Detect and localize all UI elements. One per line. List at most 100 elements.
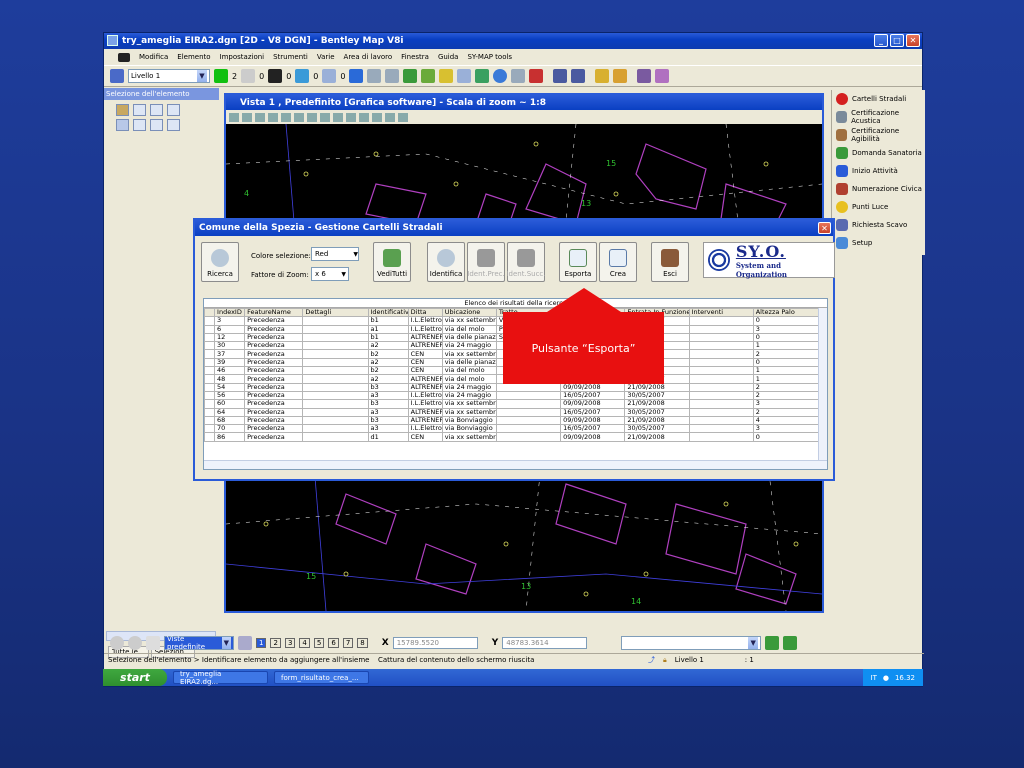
view-tool-icon[interactable] — [349, 69, 364, 83]
view-num-5[interactable]: 5 — [313, 638, 325, 648]
info-icon[interactable] — [493, 69, 508, 83]
chevron-down-icon[interactable]: ▼ — [197, 70, 207, 82]
forward-icon[interactable] — [128, 636, 142, 650]
view-num-4[interactable]: 4 — [299, 638, 310, 648]
view-num-2[interactable]: 2 — [270, 638, 281, 648]
row-selector[interactable] — [204, 382, 216, 392]
dialog-close-button[interactable]: ✕ — [818, 222, 831, 234]
folder-icon[interactable] — [613, 69, 628, 83]
grid-horizontal-scrollbar[interactable] — [204, 460, 827, 469]
chevron-down-icon[interactable]: ▼ — [748, 637, 759, 649]
line-style-icon[interactable] — [241, 69, 256, 83]
fence-tool-icon[interactable] — [385, 69, 400, 83]
symap-tool-4-icon[interactable] — [655, 69, 670, 83]
row-selector[interactable] — [204, 357, 216, 368]
task-cartelli-stradali[interactable]: Cartelli Stradali — [832, 90, 925, 108]
keyin-tool-2-icon[interactable] — [783, 636, 798, 650]
copy-view-icon[interactable] — [385, 112, 395, 122]
select-rectangle-icon[interactable] — [133, 104, 146, 116]
zoom-select[interactable]: x 6 ▼ — [311, 267, 349, 281]
zoom-in-icon[interactable] — [281, 112, 291, 122]
menu-impostazioni[interactable]: Impostazioni — [220, 53, 265, 61]
table-row[interactable]: 60 Precedenza b3 I.L.Elettro via xx settembr… — [204, 399, 823, 409]
column-header[interactable]: Ubicazione — [441, 307, 497, 318]
symap-tool-2-icon[interactable] — [571, 69, 586, 83]
task-domanda-sanatoria[interactable]: Domanda Sanatoria — [832, 144, 925, 162]
minimize-button[interactable]: _ — [874, 34, 888, 47]
status-level[interactable]: Livello 1 — [671, 656, 741, 664]
row-selector[interactable] — [204, 316, 216, 326]
symap-tool-3-icon[interactable] — [637, 69, 652, 83]
row-selector[interactable] — [204, 332, 216, 343]
lock-status-icon[interactable]: 🔒︎ — [659, 656, 671, 665]
task-inizio-attivita[interactable]: Inizio Attività — [832, 162, 925, 180]
chevron-down-icon[interactable]: ▼ — [221, 637, 231, 649]
rotate-view-icon[interactable] — [333, 112, 343, 122]
esci-button[interactable]: Esci — [651, 242, 689, 282]
task-microstation[interactable]: try_ameglia EIRA2.dg... — [173, 670, 268, 686]
copy-tool-icon[interactable] — [367, 69, 382, 83]
row-selector[interactable] — [204, 390, 216, 401]
lighting-icon[interactable] — [255, 112, 265, 122]
row-selector[interactable] — [204, 424, 216, 434]
menu-area-lavoro[interactable]: Area di lavoro — [344, 53, 393, 61]
row-selector[interactable] — [204, 349, 216, 359]
ident-prec-button[interactable]: Ident.Prec. — [467, 242, 505, 282]
fit-view-icon[interactable] — [320, 112, 330, 122]
view-num-6[interactable]: 6 — [328, 638, 339, 648]
column-header[interactable]: IndexID — [214, 307, 246, 318]
view-groups-icon[interactable] — [238, 636, 252, 650]
view-previous-icon[interactable] — [359, 112, 369, 122]
task-certificazione-acustica[interactable]: Certificazione Acustica — [832, 108, 925, 126]
update-view-icon[interactable] — [268, 112, 278, 122]
esporta-button[interactable]: Esporta — [559, 242, 597, 282]
column-header[interactable]: Identificativo — [367, 307, 409, 318]
column-header[interactable]: Dettagli — [302, 307, 369, 318]
window-titlebar[interactable]: try_ameglia EIRA2.dgn [2D - V8 DGN] - Be… — [104, 33, 922, 49]
delete-tool-icon[interactable] — [529, 69, 544, 83]
table-row[interactable]: 86 Precedenza d1 CEN via xx settembre 09/09/2… — [204, 432, 823, 442]
keyin-tool-icon[interactable] — [765, 636, 780, 650]
language-indicator[interactable]: IT — [871, 674, 877, 682]
select-subtract-icon[interactable] — [133, 119, 146, 131]
view-num-8[interactable]: 8 — [357, 638, 368, 648]
row-selector[interactable] — [204, 374, 216, 384]
colore-select[interactable]: Red ▼ — [311, 247, 359, 261]
pattern-tool-icon[interactable] — [439, 69, 454, 83]
chevron-down-icon[interactable]: ▼ — [341, 271, 348, 278]
select-add-icon[interactable] — [116, 119, 129, 131]
start-button[interactable]: start — [103, 669, 167, 686]
grid-vertical-scrollbar[interactable] — [818, 308, 827, 460]
task-form-risultato[interactable]: form_risultato_crea_... — [274, 671, 369, 684]
pointer-icon[interactable] — [146, 636, 160, 650]
row-selector[interactable] — [204, 399, 216, 409]
table-row[interactable]: 68 Precedenza b3 ALTRENER via Bonviaggio 09/0… — [204, 415, 823, 426]
view-num-3[interactable]: 3 — [284, 638, 296, 648]
menu-modifica[interactable]: Modifica — [139, 53, 168, 61]
task-punti-luce[interactable]: Punti Luce — [832, 198, 925, 216]
select-shape-icon[interactable] — [150, 104, 163, 116]
column-header[interactable]: Interventi — [688, 307, 754, 318]
snap-tool-icon[interactable] — [457, 69, 472, 83]
ident-succ-button[interactable]: Ident.Succ. — [506, 242, 546, 282]
menu-varie[interactable]: Varie — [317, 53, 335, 61]
transparency-icon[interactable] — [295, 69, 310, 83]
select-all-icon[interactable] — [167, 119, 180, 131]
table-row[interactable]: 54 Precedenza b3 ALTRENER via 24 maggio 09/09… — [204, 382, 823, 392]
symap-tool-1-icon[interactable] — [553, 69, 568, 83]
pan-view-icon[interactable] — [346, 112, 356, 122]
task-numerazione-civica[interactable]: Numerazione Civica — [832, 180, 925, 198]
row-selector[interactable] — [204, 324, 216, 334]
column-header[interactable]: Altezza Palo — [752, 307, 823, 318]
menu-guida[interactable]: Guida — [438, 53, 459, 61]
window-area-icon[interactable] — [307, 112, 317, 122]
table-row[interactable]: 70 Precedenza a3 I.L.Elettro via Bonviaggio 1… — [204, 424, 823, 434]
view-attributes-icon[interactable] — [229, 112, 239, 122]
column-header[interactable]: Ditta — [407, 307, 443, 318]
row-selector[interactable] — [204, 341, 216, 351]
menu-strumenti[interactable]: Strumenti — [273, 53, 308, 61]
level-combo[interactable]: Livello 1 ▼ — [128, 69, 210, 83]
row-selector[interactable] — [204, 366, 216, 376]
task-setup[interactable]: Setup — [832, 234, 925, 252]
close-button[interactable]: ✕ — [906, 34, 920, 47]
